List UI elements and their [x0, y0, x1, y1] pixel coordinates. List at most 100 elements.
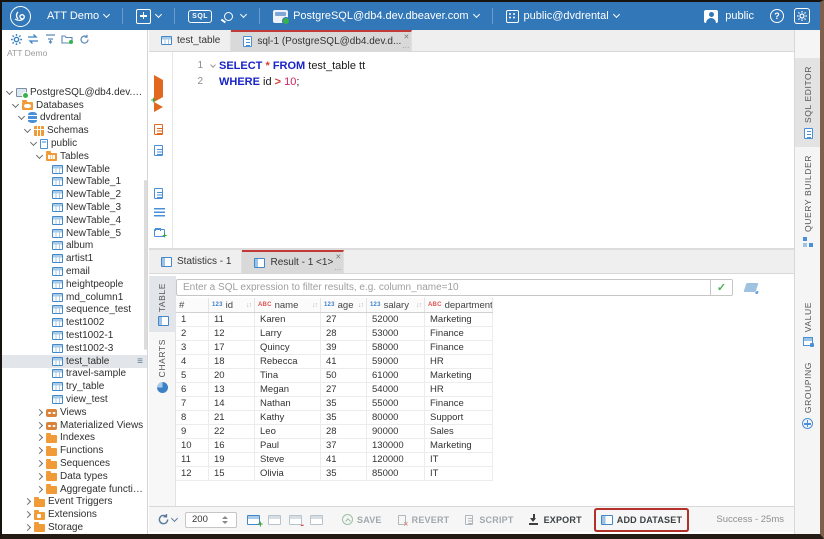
data-cell[interactable]: 90000 — [367, 425, 425, 438]
tree-item-views[interactable]: Views — [2, 406, 147, 419]
data-cell[interactable]: 18 — [209, 355, 255, 368]
presentation-tab-charts[interactable]: CHARTS — [149, 332, 175, 398]
tree-item-indexes[interactable]: Indexes — [2, 432, 147, 445]
data-cell[interactable]: Karen — [255, 313, 321, 326]
tab-more-icon[interactable]: ⋯ — [334, 268, 341, 273]
new-object-button[interactable] — [130, 2, 167, 30]
row-number-cell[interactable]: 12 — [176, 467, 209, 480]
tree-item-databases[interactable]: Databases — [2, 99, 147, 112]
revert-button[interactable]: REVERT — [396, 514, 450, 526]
editor-tab-sql-1-postgresql-db4-dev-d[interactable]: sql-1 (PostgreSQL@db4.dev.d...✕⋯ — [231, 30, 412, 51]
tree-expand-arrow[interactable] — [35, 487, 44, 492]
column-header-name[interactable]: ABCname↓↑ — [255, 298, 321, 312]
copy-row-button[interactable] — [310, 515, 323, 525]
data-cell[interactable]: 85000 — [367, 467, 425, 480]
data-cell[interactable]: Paul — [255, 439, 321, 452]
tree-expand-arrow[interactable] — [35, 435, 44, 440]
tree-item-aggregate-functions[interactable]: Aggregate functions — [2, 483, 147, 496]
column-header-id[interactable]: 123id↓↑ — [209, 298, 255, 312]
apply-filter-button[interactable]: ✓ — [710, 280, 732, 295]
tree-expand-arrow[interactable] — [35, 448, 44, 453]
column-header-salary[interactable]: 123salary↓↑ — [367, 298, 425, 312]
data-cell[interactable]: 39 — [321, 341, 367, 354]
data-cell[interactable]: Steve — [255, 453, 321, 466]
result-tab-statistics-1[interactable]: Statistics - 1 — [149, 250, 242, 273]
tree-item-newtable-3[interactable]: NewTable_3 — [2, 201, 147, 214]
row-number-cell[interactable]: 8 — [176, 411, 209, 424]
tree-item-tables[interactable]: Tables — [2, 150, 147, 163]
data-cell[interactable]: 59000 — [367, 355, 425, 368]
tree-item-public[interactable]: public — [2, 137, 147, 150]
tree-expand-arrow[interactable] — [11, 104, 20, 107]
data-cell[interactable]: 27 — [321, 383, 367, 396]
data-cell[interactable]: 13 — [209, 383, 255, 396]
tree-expand-arrow[interactable] — [23, 512, 32, 517]
data-cell[interactable]: 35 — [321, 411, 367, 424]
sort-icon[interactable]: ↓↑ — [246, 302, 251, 309]
data-cell[interactable]: 14 — [209, 397, 255, 410]
tree-item-md-column1[interactable]: md_column1 — [2, 291, 147, 304]
data-cell[interactable]: 11 — [209, 313, 255, 326]
sidebar-scrollbar[interactable] — [144, 180, 147, 350]
app-logo-icon[interactable] — [10, 6, 31, 27]
row-number-cell[interactable]: 5 — [176, 369, 209, 382]
tree-item-event-triggers[interactable]: Event Triggers — [2, 496, 147, 509]
tree-item-album[interactable]: album — [2, 240, 147, 253]
tree-item-dvdrental[interactable]: dvdrental — [2, 112, 147, 125]
editor-tab-test-table[interactable]: test_table — [149, 30, 231, 51]
row-number-cell[interactable]: 11 — [176, 453, 209, 466]
tree-item-view-test[interactable]: view_test — [2, 393, 147, 406]
data-cell[interactable]: Support — [425, 411, 493, 424]
data-cell[interactable]: Marketing — [425, 439, 493, 452]
query-outline-button[interactable] — [154, 208, 168, 222]
tree-item-email[interactable]: email — [2, 265, 147, 278]
data-cell[interactable]: Kathy — [255, 411, 321, 424]
data-cell[interactable]: 55000 — [367, 397, 425, 410]
data-cell[interactable]: 35 — [321, 397, 367, 410]
data-cell[interactable]: Larry — [255, 327, 321, 340]
tree-expand-arrow[interactable] — [35, 423, 44, 428]
data-cell[interactable]: 80000 — [367, 411, 425, 424]
tree-item-newtable-2[interactable]: NewTable_2 — [2, 188, 147, 201]
data-cell[interactable]: 15 — [209, 467, 255, 480]
tree-item-sequence-test[interactable]: sequence_test — [2, 304, 147, 317]
data-cell[interactable]: Nathan — [255, 397, 321, 410]
settings-button[interactable] — [794, 8, 810, 24]
add-row-button[interactable]: + — [247, 515, 260, 525]
data-cell[interactable]: 27 — [321, 313, 367, 326]
data-cell[interactable]: 37 — [321, 439, 367, 452]
help-button[interactable]: ? — [770, 9, 784, 23]
data-cell[interactable]: Rebecca — [255, 355, 321, 368]
data-cell[interactable]: 53000 — [367, 327, 425, 340]
tree-expand-arrow[interactable] — [23, 129, 32, 132]
add-dataset-button[interactable]: ADD DATASET — [596, 510, 687, 530]
execute-query-button[interactable] — [154, 80, 168, 94]
delete-row-button[interactable]: - — [289, 515, 302, 525]
tree-item-test-table[interactable]: test_table≡ — [2, 355, 147, 368]
sync-connection-button[interactable] — [26, 32, 40, 46]
sort-icon[interactable]: ↓↑ — [312, 302, 317, 309]
data-cell[interactable]: 16 — [209, 439, 255, 452]
tree-item-functions[interactable]: Functions — [2, 444, 147, 457]
data-cell[interactable]: 35 — [321, 467, 367, 480]
row-number-cell[interactable]: 1 — [176, 313, 209, 326]
column-header-department[interactable]: ABCdepartment↓↑ — [425, 298, 493, 312]
data-cell[interactable]: Marketing — [425, 369, 493, 382]
data-cell[interactable]: Quincy — [255, 341, 321, 354]
workspace-selector[interactable]: ATT Demo — [41, 2, 115, 30]
explain-plan-button[interactable] — [154, 145, 168, 159]
close-icon[interactable]: ✕ — [403, 33, 409, 41]
data-cell[interactable]: 41 — [321, 453, 367, 466]
panel-tab-grouping[interactable]: GROUPING — [795, 354, 820, 437]
tab-more-icon[interactable]: ⋯ — [402, 46, 409, 51]
tree-item-newtable-1[interactable]: NewTable_1 — [2, 176, 147, 189]
presentation-tab-table[interactable]: TABLE — [149, 276, 175, 332]
tree-item-test1002-1[interactable]: test1002-1 — [2, 329, 147, 342]
save-button[interactable]: SAVE — [341, 514, 382, 526]
row-number-cell[interactable]: 3 — [176, 341, 209, 354]
data-cell[interactable]: 54000 — [367, 383, 425, 396]
data-cell[interactable]: Leo — [255, 425, 321, 438]
tree-item-newtable-4[interactable]: NewTable_4 — [2, 214, 147, 227]
row-number-cell[interactable]: 4 — [176, 355, 209, 368]
data-cell[interactable]: Finance — [425, 327, 493, 340]
